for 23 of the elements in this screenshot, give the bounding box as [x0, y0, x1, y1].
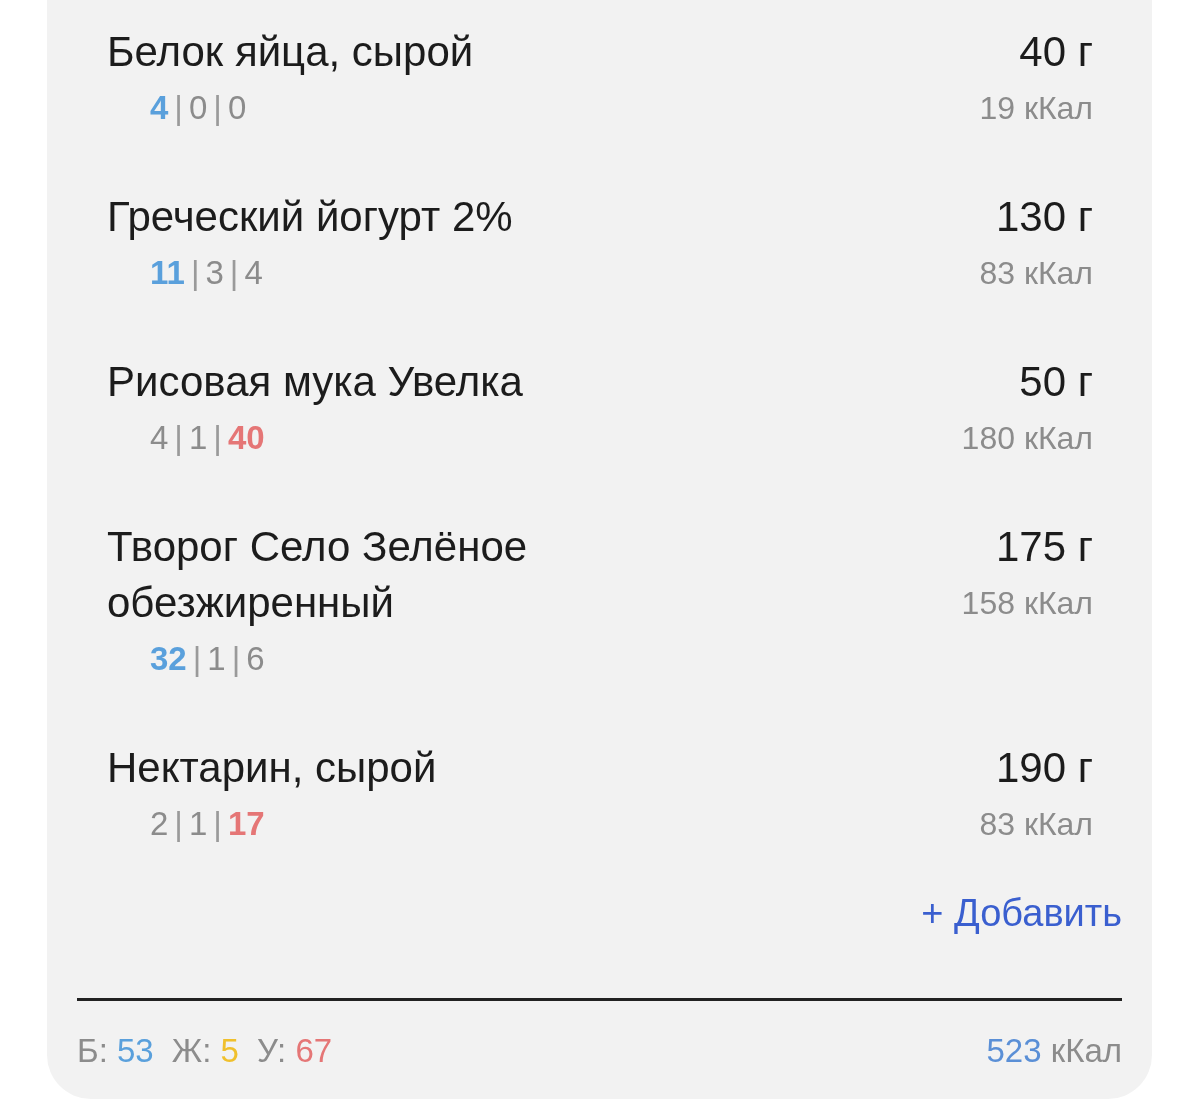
macro-values: 32 | 1 | 6	[149, 639, 266, 679]
total-calories: 523 кКал	[986, 1031, 1122, 1071]
food-weight: 50 г	[1018, 357, 1093, 407]
food-weight: 130 г	[994, 192, 1093, 242]
food-weight: 40 г	[1018, 27, 1093, 77]
macro-values: 4 | 1 | 40	[149, 418, 266, 458]
add-button[interactable]: + Добавить	[921, 885, 1122, 941]
macro-totals: Б: 53 Ж: 5 У: 67	[77, 1031, 333, 1071]
food-name: Белок яйца, сырой	[107, 27, 474, 77]
macro-values: 2 | 1 | 17	[149, 804, 266, 844]
food-name: Нектарин, сырой	[107, 743, 437, 793]
food-calories: 83 кКал	[979, 254, 1093, 293]
food-calories: 19 кКал	[979, 89, 1093, 128]
food-name: Рисовая мука Увелка	[107, 357, 523, 407]
food-weight: 175 г	[994, 522, 1093, 572]
food-calories: 180 кКал	[961, 419, 1093, 458]
macro-values: 4 | 0 | 0	[149, 88, 248, 128]
macro-values: 11 | 3 | 4	[149, 253, 264, 293]
food-weight: 190 г	[994, 743, 1093, 793]
food-name: Греческий йогурт 2%	[107, 192, 513, 242]
food-name: Творог Село Зелёное обезжиренный	[107, 522, 529, 628]
food-calories: 158 кКал	[961, 584, 1093, 623]
food-calories: 83 кКал	[979, 805, 1093, 844]
